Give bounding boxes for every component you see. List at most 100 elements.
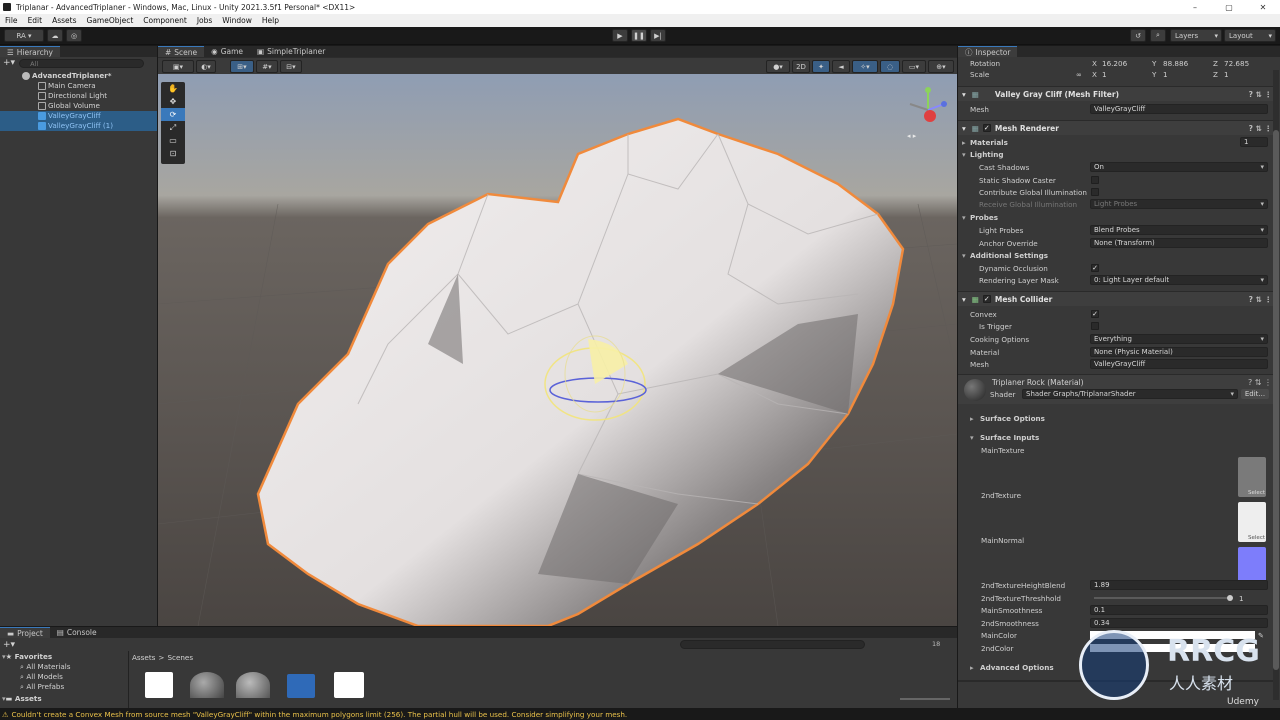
play-button[interactable]: ▶	[612, 29, 628, 42]
threshold-value-field[interactable]: 1	[1239, 594, 1244, 603]
project-add-icon[interactable]: +▾	[3, 640, 15, 650]
mesh-renderer-header[interactable]: ▾ ▦ ✓ Mesh Renderer ? ⇅ ⋮	[958, 120, 1278, 135]
rect-tool-icon[interactable]: ▭	[161, 134, 185, 147]
list-item[interactable]: Main Camera	[0, 81, 157, 91]
collab-icon[interactable]: ◎	[66, 29, 82, 42]
lighting-toggle-icon[interactable]: ✦	[812, 60, 830, 73]
light-probes-dropdown[interactable]: Blend Probes	[1090, 225, 1268, 235]
menu-file[interactable]: File	[0, 16, 23, 25]
tab-inspector[interactable]: ⓘ Inspector	[958, 46, 1018, 57]
rotation-z-field[interactable]: 72.685	[1224, 59, 1249, 68]
scene-root-row[interactable]: AdvancedTriplaner*	[0, 71, 157, 81]
component-menu-icon[interactable]: ? ⇅ ⋮	[1249, 124, 1272, 133]
status-message[interactable]: Couldn't create a Convex Mesh from sourc…	[11, 710, 627, 719]
breadcrumb-assets[interactable]: Assets	[132, 653, 155, 662]
shader-dropdown[interactable]: Shader Graphs/TriplanarShader	[1022, 389, 1238, 399]
close-button[interactable]: ✕	[1246, 3, 1280, 12]
tab-hierarchy[interactable]: ☰ Hierarchy	[0, 46, 60, 57]
grid-snap-dropdown[interactable]: #▾	[256, 60, 278, 73]
collider-mesh-field[interactable]: ValleyGrayCliff	[1090, 359, 1268, 369]
is-trigger-checkbox[interactable]	[1091, 322, 1099, 330]
account-dropdown[interactable]: RA ▾	[4, 29, 44, 42]
minimize-button[interactable]: –	[1178, 3, 1212, 12]
project-search-input[interactable]	[680, 640, 865, 649]
step-button[interactable]: ▶|	[650, 29, 666, 42]
tab-project[interactable]: ▬ Project	[0, 627, 50, 638]
shading-dropdown[interactable]: ●▾	[766, 60, 790, 73]
history-icon[interactable]: ↺	[1130, 29, 1146, 42]
tab-game[interactable]: ◉ Game	[204, 46, 250, 57]
gizmo-toggle[interactable]: ◐▾	[196, 60, 216, 73]
second-smoothness-field[interactable]: 0.34	[1090, 618, 1268, 628]
scene-asset-thumb[interactable]	[145, 672, 173, 698]
materials-count-field[interactable]: 1	[1240, 137, 1268, 147]
maximize-button[interactable]: ▢	[1212, 3, 1246, 12]
lighting-row[interactable]: ▾ Lighting	[958, 148, 1278, 160]
threshold-slider-track[interactable]	[1094, 597, 1232, 599]
probes-row[interactable]: ▾ Probes	[958, 211, 1278, 223]
surface-options-row[interactable]: ▸ Surface Options	[958, 412, 1278, 424]
scale-y-field[interactable]: 1	[1163, 70, 1168, 79]
hidden-objects-icon[interactable]: ◌	[880, 60, 900, 73]
list-item[interactable]: Global Volume	[0, 101, 157, 111]
mesh-collider-header[interactable]: ▾ ▦ ✓ Mesh Collider ? ⇅ ⋮	[958, 291, 1278, 306]
static-caster-checkbox[interactable]	[1091, 176, 1099, 184]
effects-dropdown[interactable]: ✧▾	[852, 60, 878, 73]
tab-console[interactable]: ▤ Console	[50, 627, 104, 638]
tab-simpletriplaner[interactable]: ▣ SimpleTriplaner	[250, 46, 332, 57]
rotation-y-field[interactable]: 88.886	[1163, 59, 1188, 68]
transform-tool-icon[interactable]: ⊡	[161, 147, 185, 160]
list-item[interactable]: ValleyGrayCliff	[0, 111, 157, 121]
convex-checkbox[interactable]: ✓	[1091, 310, 1099, 318]
dynamic-occlusion-checkbox[interactable]: ✓	[1091, 264, 1099, 272]
favorites-row[interactable]: ▾★ Favorites	[2, 652, 126, 662]
add-icon[interactable]: +▾	[3, 58, 15, 68]
search-icon[interactable]: ⌕	[1150, 29, 1166, 42]
menu-help[interactable]: Help	[257, 16, 284, 25]
favorite-item[interactable]: ⌕ All Prefabs	[2, 682, 126, 692]
scale-z-field[interactable]: 1	[1224, 70, 1229, 79]
camera-dropdown[interactable]: ▭▾	[902, 60, 926, 73]
pivot-dropdown[interactable]: ⊞▾	[230, 60, 254, 73]
edit-shader-button[interactable]: Edit...	[1241, 389, 1269, 399]
tab-scene[interactable]: # Scene	[158, 46, 205, 57]
mesh-filter-header[interactable]: ▾ ▦ Valley Gray Cliff (Mesh Filter) ? ⇅ …	[958, 86, 1278, 101]
increment-snap-dropdown[interactable]: ⊟▾	[280, 60, 302, 73]
threshold-slider-handle[interactable]	[1227, 595, 1233, 601]
contribute-gi-checkbox[interactable]	[1091, 188, 1099, 196]
menu-edit[interactable]: Edit	[23, 16, 48, 25]
materials-row[interactable]: ▸ Materials 1	[958, 136, 1278, 148]
list-item[interactable]: ValleyGrayCliff (1)	[0, 121, 157, 131]
volume-asset-thumb[interactable]	[287, 674, 315, 698]
toggle-2d-button[interactable]: 2D	[792, 60, 810, 73]
cooking-options-dropdown[interactable]: Everything	[1090, 334, 1268, 344]
menu-window[interactable]: Window	[217, 16, 257, 25]
layout-dropdown[interactable]: Layout ▾	[1224, 29, 1276, 42]
move-tool-icon[interactable]: ✥	[161, 95, 185, 108]
additional-settings-row[interactable]: ▾ Additional Settings	[958, 249, 1278, 261]
menu-component[interactable]: Component	[138, 16, 192, 25]
cast-shadows-dropdown[interactable]: On	[1090, 162, 1268, 172]
anchor-override-field[interactable]: None (Transform)	[1090, 238, 1268, 248]
favorite-item[interactable]: ⌕ All Materials	[2, 662, 126, 672]
mesh-field[interactable]: ValleyGrayCliff	[1090, 104, 1268, 114]
inspector-scrollbar[interactable]	[1273, 70, 1279, 700]
assets-folder-row[interactable]: ▾▬ Assets	[2, 694, 126, 704]
menu-jobs[interactable]: Jobs	[192, 16, 217, 25]
hand-tool-icon[interactable]: ✋	[161, 82, 185, 95]
breadcrumb-scenes[interactable]: Scenes	[167, 653, 193, 662]
draw-mode-dropdown[interactable]: ▣▾	[162, 60, 194, 73]
hierarchy-search-input[interactable]: All	[19, 58, 145, 68]
surface-inputs-row[interactable]: ▾ Surface Inputs	[958, 431, 1278, 443]
link-icon[interactable]: ∞	[1076, 70, 1082, 79]
thumbnail-size-slider[interactable]	[900, 698, 950, 700]
list-item[interactable]: Directional Light	[0, 91, 157, 101]
menu-assets[interactable]: Assets	[47, 16, 81, 25]
scene-asset-thumb[interactable]	[334, 672, 364, 698]
material-asset-thumb[interactable]	[190, 672, 224, 698]
cloud-icon[interactable]: ☁	[47, 29, 63, 42]
height-blend-field[interactable]: 1.89	[1090, 580, 1268, 590]
menu-gameobject[interactable]: GameObject	[82, 16, 139, 25]
mesh-collider-enabled-checkbox[interactable]: ✓	[982, 295, 991, 303]
material-asset-thumb[interactable]	[236, 672, 270, 698]
